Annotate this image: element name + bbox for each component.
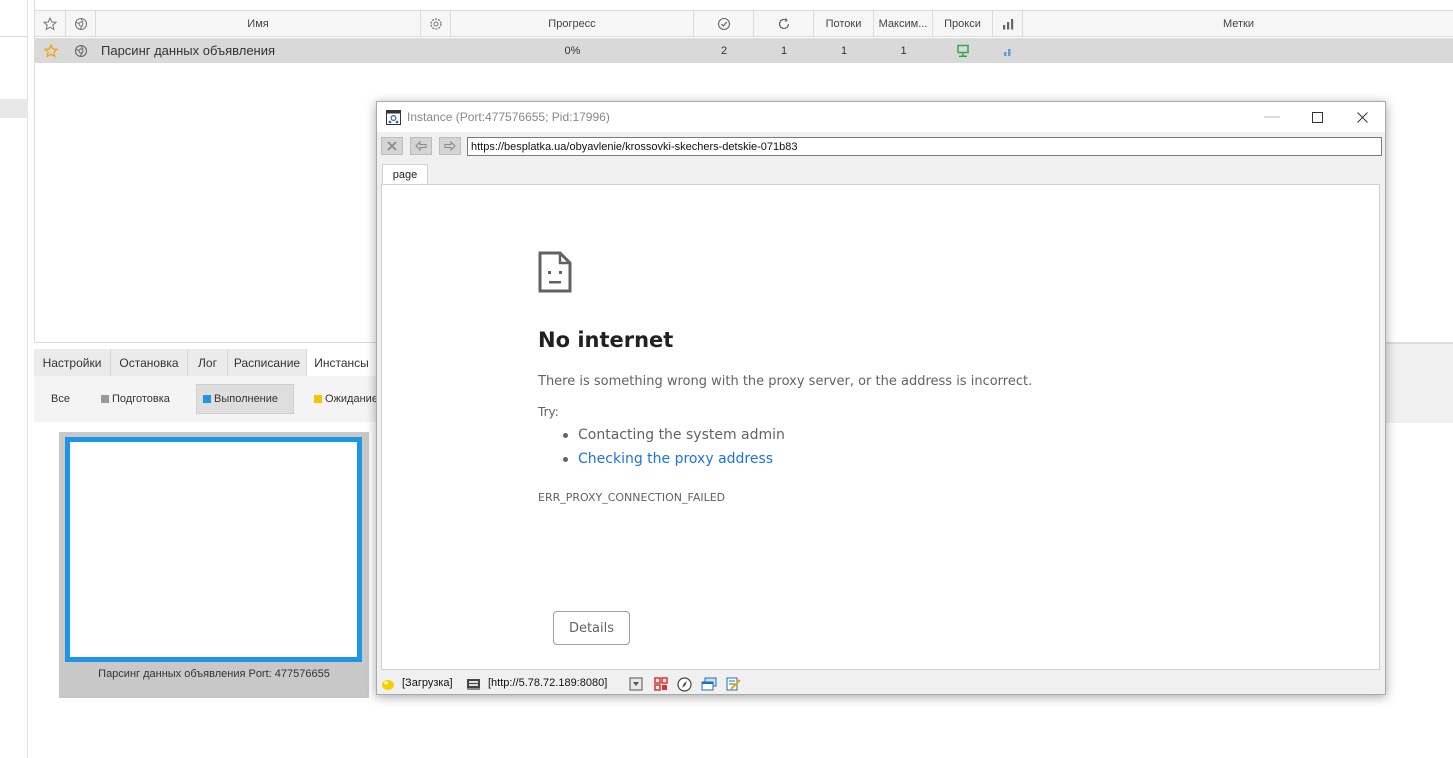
- filter-waiting[interactable]: Ожидание: [308, 384, 384, 414]
- filter-all-label: Все: [51, 393, 70, 405]
- browser-column-header[interactable]: [66, 11, 96, 37]
- error-suggestions: Contacting the system admin Checking the…: [558, 426, 785, 474]
- gear-icon: [429, 18, 442, 30]
- filter-waiting-label: Ожидание: [325, 393, 378, 405]
- sidebar-divider: [0, 36, 28, 37]
- refresh-icon: [778, 18, 789, 30]
- thumbnail-screen: [65, 437, 362, 662]
- tags-column-header[interactable]: Метки: [1023, 11, 1453, 37]
- task-name: Парсинг данных объявления: [101, 43, 276, 58]
- proxy-column-header[interactable]: Прокси: [933, 11, 993, 37]
- check-proxy-link[interactable]: Checking the proxy address: [578, 451, 773, 467]
- back-arrow-icon: [415, 141, 427, 151]
- qr-code-icon[interactable]: [654, 677, 668, 691]
- success-column-header[interactable]: [694, 11, 754, 37]
- details-button[interactable]: Details: [553, 611, 630, 645]
- bar-chart-icon: [1004, 48, 1011, 56]
- error-code: ERR_PROXY_CONNECTION_FAILED: [538, 491, 726, 504]
- filter-running-label: Выполнение: [214, 393, 279, 405]
- proxy-server-icon: [467, 679, 480, 690]
- favorite-column-header[interactable]: [35, 11, 66, 37]
- suggestion-check-proxy[interactable]: Checking the proxy address: [558, 450, 785, 474]
- tab-stop[interactable]: Остановка: [111, 349, 188, 376]
- instance-window: Instance (Port:477576655; Pid:17996) — p…: [376, 101, 1386, 695]
- tab-settings[interactable]: Настройки: [34, 349, 111, 376]
- retries-column-header[interactable]: [754, 11, 814, 37]
- sad-page-icon: [538, 251, 572, 293]
- task-successes: 2: [720, 44, 728, 57]
- edit-document-icon[interactable]: [725, 677, 741, 691]
- browser-icon: [74, 44, 88, 57]
- table-header: Имя Прогресс Потоки Максим... Прокси Мет…: [35, 10, 1453, 37]
- tab-log[interactable]: Лог: [188, 349, 228, 376]
- compass-icon[interactable]: [677, 677, 692, 692]
- screenshot-icon[interactable]: [629, 677, 643, 691]
- app-icon: [386, 110, 401, 125]
- sidebar-selected-item[interactable]: [0, 99, 28, 118]
- instance-thumbnail[interactable]: Парсинг данных объявления Port: 47757665…: [59, 432, 369, 698]
- loading-indicator-icon: [382, 680, 394, 690]
- max-column-header[interactable]: Максим...: [874, 11, 933, 37]
- navigation-bar: [377, 133, 1385, 159]
- browser-icon: [74, 17, 87, 31]
- forward-arrow-icon: [444, 141, 456, 151]
- blue-square-icon: [203, 395, 211, 403]
- tab-page[interactable]: page: [382, 164, 428, 185]
- windows-icon[interactable]: [701, 677, 717, 691]
- error-title: No internet: [538, 328, 674, 352]
- left-sidebar: [0, 0, 28, 758]
- gray-square-icon: [101, 395, 109, 403]
- bar-chart-icon: [1002, 19, 1013, 30]
- stats-cell: [993, 38, 1023, 63]
- task-retries: 1: [780, 44, 788, 57]
- proxy-cell: [933, 38, 993, 63]
- network-icon: [957, 44, 969, 57]
- yellow-square-icon: [314, 395, 322, 403]
- table-row[interactable]: Парсинг данных объявления 0% 2 1 1 1: [35, 38, 1453, 63]
- filter-preparing-label: Подготовка: [112, 393, 170, 405]
- forward-button[interactable]: [439, 137, 461, 155]
- stop-button[interactable]: [381, 137, 403, 155]
- thumbnail-caption: Парсинг данных объявления Port: 47757665…: [98, 668, 330, 680]
- tab-instances[interactable]: Инстансы: [307, 349, 377, 376]
- window-titlebar[interactable]: Instance (Port:477576655; Pid:17996) —: [377, 102, 1385, 132]
- task-threads: 1: [840, 44, 848, 57]
- minimize-button[interactable]: —: [1249, 102, 1295, 132]
- threads-column-header[interactable]: Потоки: [814, 11, 874, 37]
- panel-background: [1386, 343, 1453, 423]
- browser-viewport: No internet There is something wrong wit…: [381, 184, 1380, 670]
- status-state: [Загрузка]: [402, 677, 453, 689]
- maximize-button[interactable]: [1294, 102, 1340, 132]
- close-button[interactable]: [1339, 102, 1385, 132]
- maximize-icon: [1311, 111, 1323, 123]
- filter-running[interactable]: Выполнение: [196, 384, 294, 414]
- close-icon: [1356, 111, 1368, 123]
- filter-preparing[interactable]: Подготовка: [95, 384, 176, 414]
- url-input[interactable]: [467, 137, 1382, 156]
- star-icon: [43, 17, 57, 31]
- error-description: There is something wrong with the proxy …: [538, 374, 1033, 389]
- minimize-icon: —: [1264, 108, 1280, 125]
- filter-all[interactable]: Все: [45, 384, 76, 414]
- progress-column-header[interactable]: Прогресс: [451, 11, 694, 37]
- error-try-label: Try:: [538, 405, 559, 419]
- settings-column-header[interactable]: [421, 11, 451, 37]
- tab-schedule[interactable]: Расписание: [228, 349, 307, 376]
- task-max: 1: [900, 44, 907, 57]
- window-title: Instance (Port:477576655; Pid:17996): [407, 110, 610, 124]
- favorite-cell[interactable]: [35, 38, 66, 63]
- suggestion-contact-admin: Contacting the system admin: [558, 426, 785, 450]
- task-progress: 0%: [564, 44, 581, 57]
- stop-icon: [387, 141, 397, 151]
- star-icon: [43, 43, 58, 58]
- browser-cell: [66, 38, 96, 63]
- check-circle-icon: [717, 17, 730, 31]
- status-bar: [Загрузка] [http://5.78.72.189:8080]: [377, 673, 1385, 695]
- name-column-header[interactable]: Имя: [96, 11, 421, 37]
- back-button[interactable]: [410, 137, 432, 155]
- stats-column-header[interactable]: [993, 11, 1023, 37]
- status-proxy: [http://5.78.72.189:8080]: [488, 677, 608, 689]
